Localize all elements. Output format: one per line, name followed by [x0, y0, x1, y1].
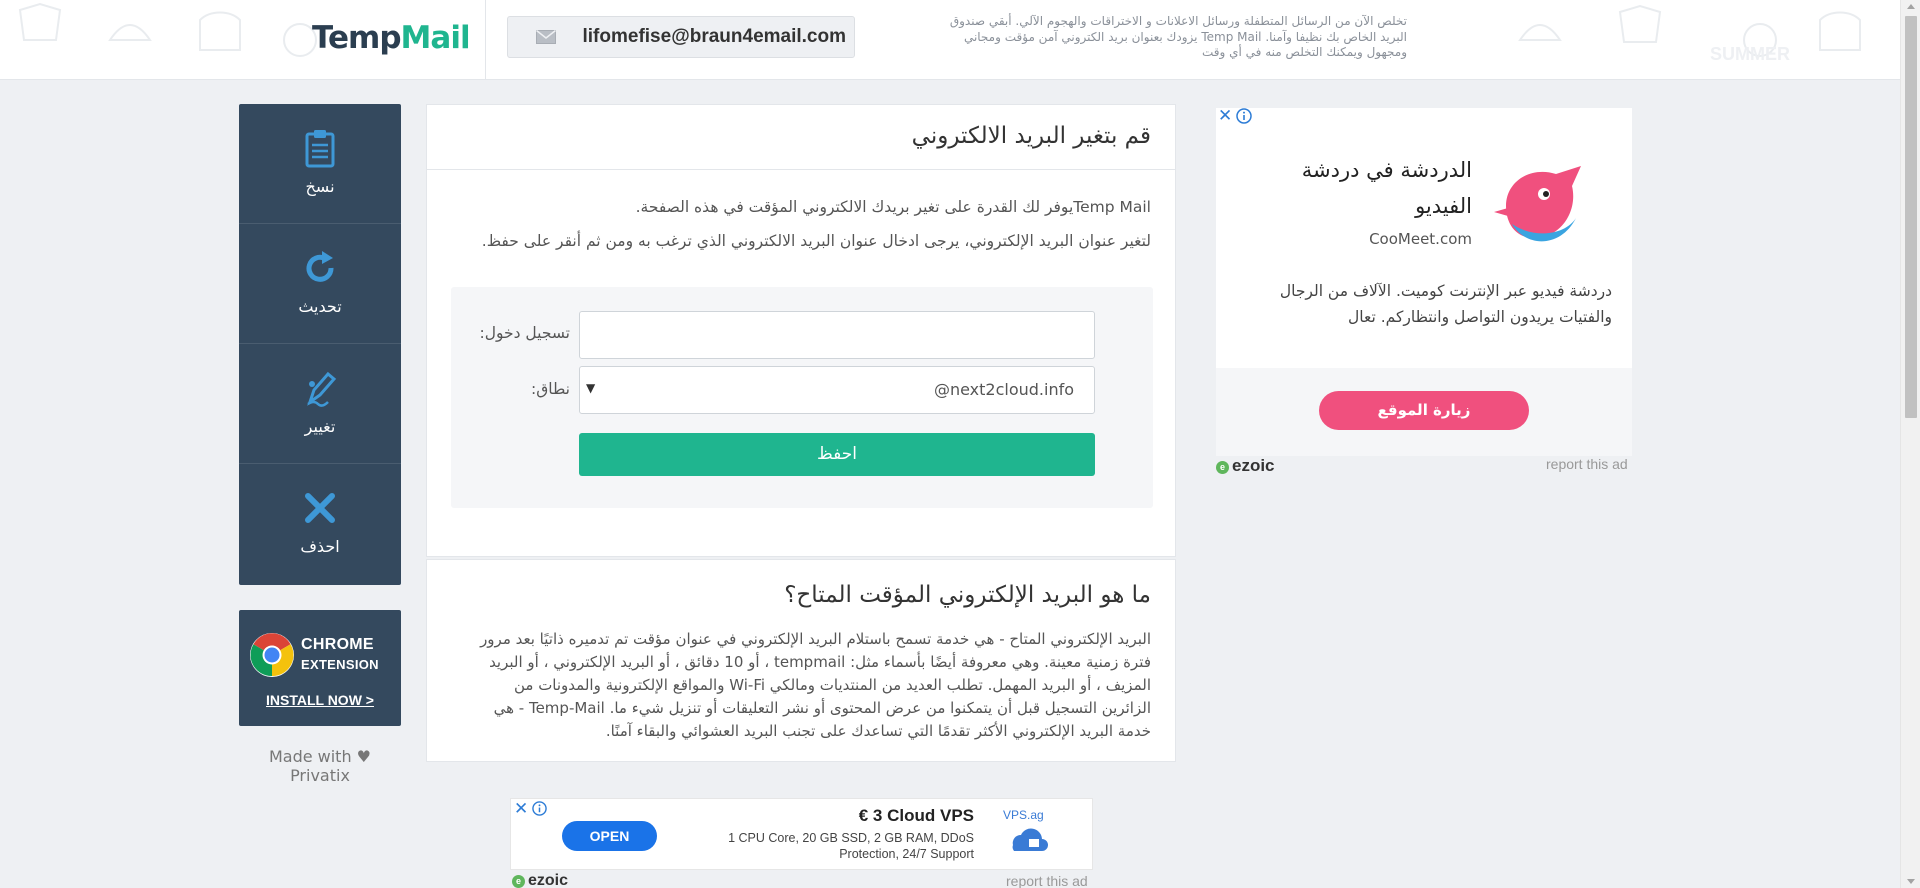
- email-address: lifomefise@braun4email.com: [582, 26, 847, 47]
- bottom-advertisement[interactable]: ✕ OPEN € 3 Cloud VPS 1 CPU Core, 20 GB S…: [510, 798, 1093, 870]
- install-now-link[interactable]: INSTALL NOW >: [239, 692, 401, 708]
- scrollbar[interactable]: [1900, 0, 1920, 888]
- instruction-text: لتغير عنوان البريد الإلكتروني، يرجى ادخا…: [481, 232, 1151, 250]
- clipboard-icon: [305, 130, 335, 168]
- header: SUMMER TempMail lifomefise@braun4email.c…: [0, 0, 1900, 80]
- change-email-form: تسجيل دخول: نطاق: ▼ @next2cloud.info احف…: [451, 287, 1153, 508]
- logo-part2: Mail: [400, 20, 471, 56]
- chrome-line2: EXTENSION: [301, 657, 379, 672]
- copy-label: نسخ: [305, 177, 335, 196]
- ezoic-text: ezoic: [1232, 456, 1275, 475]
- bottom-ad-info-icon[interactable]: [532, 801, 547, 816]
- visit-site-button[interactable]: زيارة الموقع: [1319, 391, 1529, 430]
- refresh-label: تحديث: [298, 297, 342, 316]
- open-button[interactable]: OPEN: [562, 821, 657, 851]
- change-label: تغيير: [304, 417, 336, 436]
- change-email-card: قم بتغير البريد الالكتروني Temp Mailيوفر…: [426, 104, 1176, 557]
- report-ad-link-bottom[interactable]: report this ad: [1006, 873, 1088, 888]
- made-with-credit[interactable]: Made with ♥ Privatix: [239, 747, 401, 785]
- scroll-up-arrow-icon[interactable]: [1907, 4, 1915, 9]
- chrome-line1: CHROME: [301, 636, 374, 653]
- report-ad-link-right[interactable]: report this ad: [1546, 456, 1628, 472]
- vps-logo-icon: VPS.ag: [1003, 808, 1048, 851]
- dropdown-caret-icon: ▼: [586, 381, 596, 395]
- change-button[interactable]: تغيير: [239, 344, 401, 464]
- bottom-ad-description: 1 CPU Core, 20 GB SSD, 2 GB RAM, DDoS Pr…: [728, 831, 974, 861]
- delete-button[interactable]: احذف: [239, 464, 401, 584]
- action-panel: نسخ تحديث تغيير احذف: [239, 104, 401, 585]
- delete-label: احذف: [300, 537, 340, 556]
- card-divider: [427, 169, 1175, 170]
- bottom-ezoic-logo[interactable]: e ezoic: [512, 872, 568, 888]
- save-button[interactable]: احفظ: [579, 433, 1095, 476]
- header-deco-text: SUMMER: [1710, 44, 1790, 64]
- refresh-icon: [306, 251, 334, 282]
- coomeet-bird-logo-icon: [1494, 166, 1581, 242]
- bottom-ad-title[interactable]: € 3 Cloud VPS: [859, 806, 974, 826]
- info-body: البريد الإلكتروني المتاح - هي خدمة تسمح …: [480, 630, 1151, 740]
- bottom-ad-close-icon[interactable]: ✕: [514, 799, 528, 819]
- info-card: ما هو البريد الإلكتروني المؤقت المتاح؟ ا…: [426, 559, 1176, 762]
- login-label: تسجيل دخول:: [479, 324, 570, 342]
- ezoic-dot-icon: e: [1216, 461, 1229, 474]
- envelope-icon: [536, 30, 556, 44]
- delete-x-icon: [305, 493, 335, 523]
- ad-description: دردشة فيديو عبر الإنترنت كوميت. الآلاف م…: [1279, 282, 1612, 326]
- right-advertisement[interactable]: ✕ الدردشة في دردشة الفيديو CooMeet.com د…: [1216, 106, 1632, 456]
- refresh-button[interactable]: تحديث: [239, 224, 401, 344]
- scrollbar-thumb[interactable]: [1905, 16, 1917, 418]
- chrome-logo-icon: [250, 633, 294, 677]
- ad-title[interactable]: الدردشة في دردشة الفيديو: [1272, 152, 1472, 224]
- domain-select[interactable]: ▼ @next2cloud.info: [579, 366, 1095, 414]
- domain-label: نطاق:: [531, 380, 570, 398]
- info-title: ما هو البريد الإلكتروني المؤقت المتاح؟: [784, 582, 1151, 608]
- domain-value: @next2cloud.info: [933, 380, 1074, 399]
- bottom-ezoic-text: ezoic: [528, 872, 569, 888]
- bottom-ezoic-dot-icon: e: [512, 875, 525, 888]
- email-address-box[interactable]: lifomefise@braun4email.com: [507, 16, 855, 58]
- edit-icon: [307, 371, 337, 407]
- scroll-down-arrow-icon[interactable]: [1907, 879, 1915, 884]
- header-tagline: تخلص الآن من الرسائل المتطفلة ورسائل الا…: [949, 14, 1407, 59]
- ad-close-icon[interactable]: ✕: [1218, 106, 1232, 126]
- vps-logo-text: VPS.ag: [1003, 808, 1044, 822]
- intro-text: Temp Mailيوفر لك القدرة على تغير بريدك ا…: [635, 198, 1151, 216]
- login-input[interactable]: [579, 311, 1095, 359]
- ezoic-logo[interactable]: e ezoic: [1216, 456, 1275, 476]
- copy-button[interactable]: نسخ: [239, 104, 401, 224]
- logo-part1: Temp: [312, 20, 402, 56]
- chrome-extension-banner[interactable]: CHROME EXTENSION INSTALL NOW >: [239, 610, 401, 726]
- header-divider: [485, 0, 486, 79]
- ad-info-icon[interactable]: [1236, 108, 1252, 124]
- page-title: قم بتغير البريد الالكتروني: [911, 123, 1151, 149]
- ad-domain: CooMeet.com: [1369, 230, 1472, 248]
- logo[interactable]: TempMail: [312, 20, 471, 56]
